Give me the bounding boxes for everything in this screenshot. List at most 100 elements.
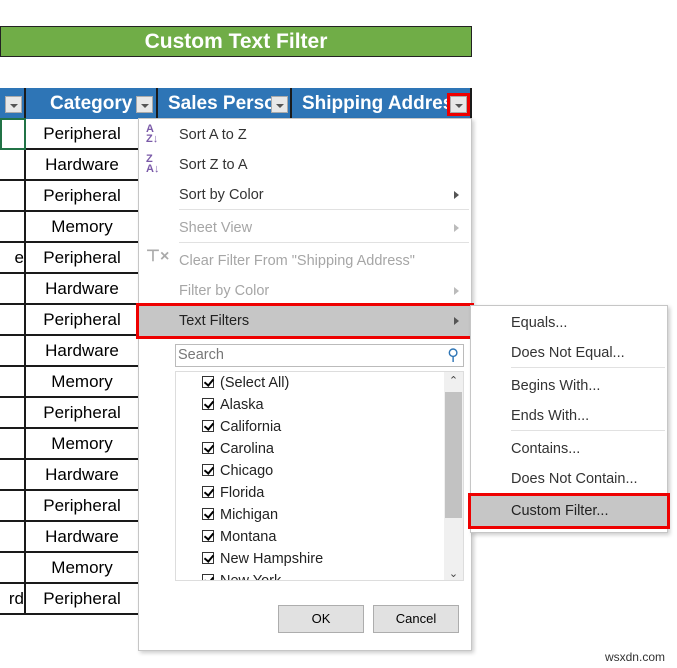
cell-a[interactable] [0, 491, 26, 522]
header-label: Category [50, 93, 133, 114]
cell-a[interactable] [0, 398, 26, 429]
scroll-down-icon[interactable]: ⌄ [444, 567, 463, 580]
label: Filter by Color [179, 283, 270, 299]
checkbox-checked-icon[interactable] [202, 376, 214, 388]
cancel-button[interactable]: Cancel [373, 605, 459, 633]
label: Text Filters [179, 313, 250, 329]
cell-a[interactable] [0, 429, 26, 460]
filter-dropdown-shipping-address[interactable] [447, 93, 470, 116]
list-item[interactable]: Alaska [202, 394, 264, 416]
filter-by-color[interactable]: Filter by Color [139, 276, 471, 306]
list-item[interactable]: Chicago [202, 460, 273, 482]
header-category: Category [26, 88, 158, 119]
sort-za-icon: Z A↓ [146, 153, 160, 175]
checkbox-checked-icon[interactable] [202, 442, 214, 454]
filter-dropdown-category[interactable] [136, 96, 153, 113]
list-item[interactable]: California [202, 416, 281, 438]
cell-a[interactable] [0, 181, 26, 212]
header-sales-person: Sales Perso [158, 88, 292, 119]
list-item-label: Alaska [220, 397, 264, 413]
search-input[interactable]: Search ⚲ [175, 344, 464, 367]
filter-menu: A Z↓ Sort A to Z Z A↓ Sort Z to A Sort by Co… [136, 118, 474, 651]
list-item[interactable]: Florida [202, 482, 264, 504]
list-item[interactable]: (Select All) [202, 372, 289, 394]
label: Sort Z to A [179, 157, 248, 173]
label: Sort A to Z [179, 127, 247, 143]
label: Sheet View [179, 220, 253, 236]
clear-filter[interactable]: ⊤× Clear Filter From "Shipping Address" [139, 246, 471, 276]
search-icon: ⚲ [447, 347, 459, 364]
list-item-label: Carolina [220, 441, 274, 457]
list-item-label: Montana [220, 529, 277, 545]
cell-a[interactable] [0, 460, 26, 491]
checkbox-checked-icon[interactable] [202, 508, 214, 520]
submenu-item[interactable]: Does Not Equal... [471, 338, 667, 368]
label: Clear Filter From "Shipping Address" [179, 253, 415, 269]
cell-a[interactable] [0, 212, 26, 243]
submenu-item[interactable]: Does Not Contain... [471, 464, 667, 494]
submenu-item[interactable]: Ends With... [471, 401, 667, 431]
label: Sort by Color [179, 187, 264, 203]
scroll-up-icon[interactable]: ⌃ [444, 372, 463, 390]
checkbox-checked-icon[interactable] [202, 398, 214, 410]
watermark: wsxdn.com [604, 650, 665, 664]
cell-a[interactable] [0, 150, 26, 181]
list-item-label: New York [220, 573, 282, 581]
checkbox-checked-icon[interactable] [202, 574, 214, 580]
sort-az-icon: A Z↓ [146, 123, 159, 145]
cell-a[interactable] [0, 305, 26, 336]
cell-a[interactable] [0, 367, 26, 398]
checkbox-checked-icon[interactable] [202, 420, 214, 432]
list-item-label: California [220, 419, 282, 435]
filter-dropdown-a[interactable] [5, 96, 22, 113]
value-list: (Select All) Alaska California Carolina Chic… [175, 371, 464, 581]
cell-a[interactable]: e [0, 243, 26, 274]
cell-a[interactable] [0, 274, 26, 305]
checkbox-checked-icon[interactable] [202, 552, 214, 564]
list-item[interactable]: New Hampshire [202, 548, 323, 570]
chevron-right-icon [454, 191, 459, 199]
sheet-title: Custom Text Filter [0, 26, 472, 57]
list-item-label: Michigan [220, 507, 279, 523]
list-item-label: (Select All) [220, 375, 290, 391]
checkbox-checked-icon[interactable] [202, 464, 214, 476]
submenu-item[interactable]: Contains... [471, 434, 667, 464]
text-filters-submenu: Equals... Does Not Equal... Begins With...… [468, 305, 670, 533]
sort-a-to-z[interactable]: A Z↓ Sort A to Z [139, 120, 471, 150]
submenu-item[interactable]: Begins With... [471, 371, 667, 401]
header-label: Shipping Addres [302, 93, 454, 114]
cell-a[interactable]: rd [0, 584, 26, 615]
list-item[interactable]: Montana [202, 526, 276, 548]
chevron-right-icon [454, 287, 459, 295]
cell-a[interactable] [0, 553, 26, 584]
scrollbar[interactable]: ⌃ ⌄ [444, 372, 463, 580]
sort-z-to-a[interactable]: Z A↓ Sort Z to A [139, 150, 471, 180]
ok-button[interactable]: OK [278, 605, 364, 633]
scroll-thumb[interactable] [445, 392, 462, 518]
list-item[interactable]: New York [202, 570, 282, 581]
header-label: Sales Perso [168, 93, 276, 114]
cell-a[interactable] [0, 336, 26, 367]
header-shipping-address: Shipping Addres [292, 88, 472, 119]
checkbox-checked-icon[interactable] [202, 486, 214, 498]
list-item[interactable]: Carolina [202, 438, 274, 460]
sort-by-color[interactable]: Sort by Color [139, 180, 471, 210]
list-item-label: New Hampshire [220, 551, 324, 567]
divider [179, 209, 469, 210]
list-item-label: Chicago [220, 463, 274, 479]
text-filters[interactable]: Text Filters [136, 303, 474, 339]
divider [511, 430, 665, 431]
submenu-item[interactable]: Equals... [471, 308, 667, 338]
clear-filter-icon: ⊤× [146, 248, 170, 265]
search-placeholder: Search [178, 347, 224, 363]
cell-a[interactable] [0, 522, 26, 553]
divider [511, 367, 665, 368]
submenu-item[interactable]: Custom Filter... [468, 493, 670, 529]
checkbox-checked-icon[interactable] [202, 530, 214, 542]
chevron-right-icon [454, 224, 459, 232]
sheet-view[interactable]: Sheet View [139, 213, 471, 243]
selected-cell [0, 118, 26, 150]
list-item-label: Florida [220, 485, 265, 501]
list-item[interactable]: Michigan [202, 504, 278, 526]
filter-dropdown-sales-person[interactable] [271, 96, 288, 113]
